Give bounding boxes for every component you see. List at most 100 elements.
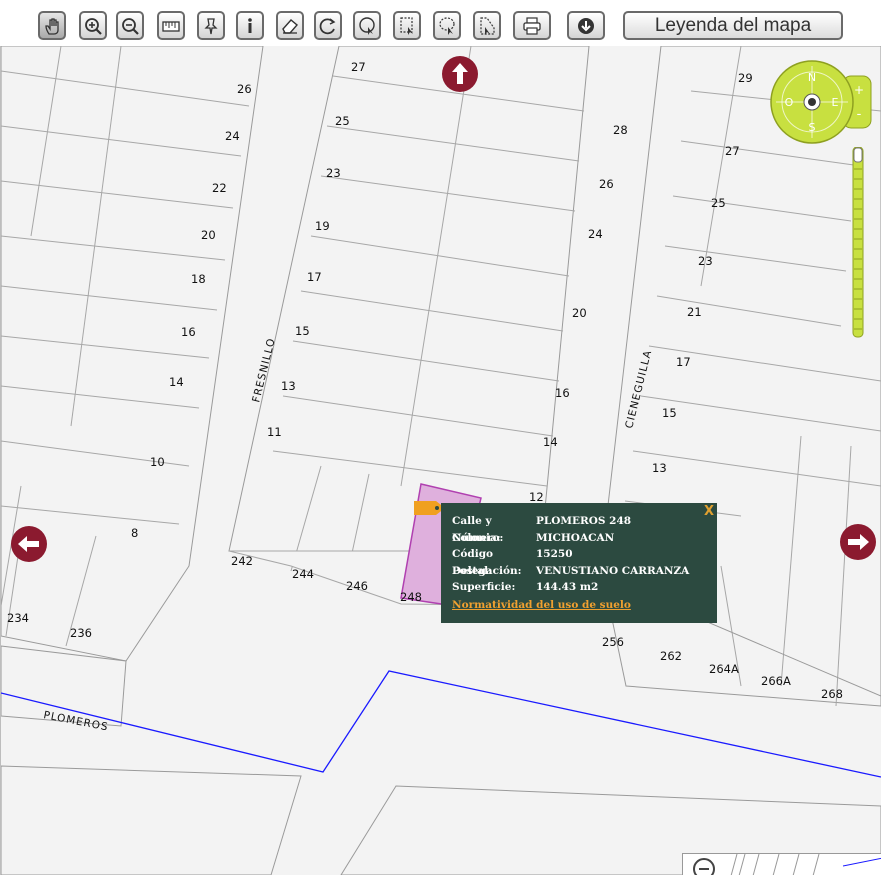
- popup-row-postal-code: Código Postal: 15250: [452, 546, 717, 577]
- refresh-tool-button[interactable]: [314, 11, 342, 40]
- measure-tool-button[interactable]: [157, 11, 185, 40]
- pan-tool-button[interactable]: [38, 11, 66, 40]
- refresh-icon: [319, 17, 336, 34]
- zoom-out-icon: [122, 17, 139, 35]
- popup-row-colonia: Colonia: MICHOACAN: [452, 530, 717, 547]
- printer-icon: [523, 16, 541, 35]
- download-tool-button[interactable]: [567, 11, 605, 40]
- lot-number-label: 242: [231, 554, 253, 568]
- lot-number-label: 21: [687, 305, 702, 319]
- lot-number-label: 18: [191, 272, 206, 286]
- eraser-tool-button[interactable]: [276, 11, 304, 40]
- lot-number-label: 256: [602, 635, 624, 649]
- pan-west-button[interactable]: [10, 525, 48, 563]
- lot-number-label: 24: [225, 129, 240, 143]
- lot-number-label: 266A: [761, 674, 791, 688]
- lot-number-label: 14: [169, 375, 184, 389]
- parcel-info-popup: X Calle y Número: PLOMEROS 248 Colonia: MI…: [441, 503, 717, 623]
- eraser-icon: [282, 18, 298, 34]
- download-icon: [578, 17, 594, 34]
- lot-number-label: 20: [572, 306, 587, 320]
- close-icon[interactable]: X: [704, 504, 714, 519]
- map-canvas[interactable]: FRESNILLO CIENEGUILLA PLOMEROS 26 24 22 20 1…: [0, 46, 881, 875]
- compass-east[interactable]: E: [832, 96, 839, 109]
- block-west: [1, 46, 264, 662]
- lot-number-label: 248: [400, 590, 422, 604]
- compass-west[interactable]: O: [785, 96, 794, 109]
- lot-number-label: 22: [212, 181, 227, 195]
- lot-number-label: 10: [150, 455, 165, 469]
- lasso-select-icon: [439, 16, 455, 35]
- lot-number-label: 8: [131, 526, 138, 540]
- circle-select-icon: [359, 16, 375, 35]
- popup-value: PLOMEROS 248: [536, 515, 632, 527]
- pin-tool-button[interactable]: [197, 11, 225, 40]
- circle-select-tool-button[interactable]: [353, 11, 381, 40]
- lot-number-label: 26: [237, 82, 252, 96]
- popup-value: 144.43 m2: [536, 581, 599, 593]
- popup-row-area: Superficie: 144.43 m2: [452, 579, 717, 596]
- popup-value: VENUSTIANO CARRANZA: [536, 564, 690, 577]
- lot-number-label: 11: [267, 425, 282, 439]
- info-icon: [248, 17, 252, 33]
- rect-select-tool-button[interactable]: [393, 11, 421, 40]
- land-use-regulation-link[interactable]: Normatividad del uso de suelo: [452, 597, 717, 613]
- rectangle-select-icon: [400, 16, 413, 35]
- popup-label: Superficie:: [452, 581, 516, 593]
- popup-label: Delegación:: [452, 564, 522, 577]
- popup-value: MICHOACAN: [536, 531, 615, 544]
- zoom-minus-button[interactable]: -: [857, 107, 862, 122]
- lot-number-label: 264A: [709, 662, 739, 676]
- lot-number-label: 27: [351, 60, 366, 74]
- lot-number-label: 246: [346, 579, 368, 593]
- popup-row-delegacion: Delegación: VENUSTIANO CARRANZA: [452, 563, 717, 580]
- popup-label: Colonia:: [452, 531, 501, 544]
- lot-number-label: 14: [543, 435, 558, 449]
- lasso-select-tool-button[interactable]: [433, 11, 461, 40]
- zoom-out-tool-button[interactable]: [116, 11, 144, 40]
- lot-number-label: 27: [725, 144, 740, 158]
- pan-north-button[interactable]: [441, 55, 479, 93]
- lot-number-label: 17: [307, 270, 322, 284]
- zoom-plus-button[interactable]: +: [854, 83, 864, 97]
- lot-number-label: 24: [588, 227, 603, 241]
- compass-control[interactable]: N S E O + -: [769, 60, 873, 144]
- polygon-select-tool-button[interactable]: [473, 11, 501, 40]
- lot-number-label: 19: [315, 219, 330, 233]
- popup-row-address: Calle y Número: PLOMEROS 248: [452, 513, 717, 544]
- print-tool-button[interactable]: [513, 11, 551, 40]
- zoom-in-icon: [85, 17, 102, 35]
- zoom-slider[interactable]: [851, 147, 865, 339]
- zoom-slider-handle[interactable]: [853, 147, 863, 163]
- legend-button[interactable]: Leyenda del mapa: [623, 11, 843, 40]
- popup-value: 15250: [536, 548, 573, 560]
- ruler-icon: [162, 20, 180, 32]
- pushpin-icon: [204, 17, 218, 34]
- lot-number-label: 20: [201, 228, 216, 242]
- map-layer: FRESNILLO CIENEGUILLA PLOMEROS 262422201…: [1, 46, 881, 875]
- lot-number-label: 28: [613, 123, 628, 137]
- lot-number-label: 29: [738, 71, 753, 85]
- lot-number-label: 13: [281, 379, 296, 393]
- compass-south[interactable]: S: [809, 121, 816, 134]
- lot-number-label: 16: [555, 386, 570, 400]
- pan-east-button[interactable]: [839, 523, 877, 561]
- hand-icon: [45, 17, 59, 35]
- info-tool-button[interactable]: [236, 11, 264, 40]
- popup-label: Código Postal:: [452, 548, 494, 577]
- overview-map-toggle[interactable]: [682, 853, 881, 875]
- compass-north[interactable]: N: [808, 71, 816, 84]
- lot-number-label: 244: [292, 567, 314, 581]
- polygon-select-icon: [480, 16, 495, 35]
- lot-number-label: 236: [70, 626, 92, 640]
- lot-number-label: 23: [698, 254, 713, 268]
- lot-number-label: 13: [652, 461, 667, 475]
- zoom-in-tool-button[interactable]: [79, 11, 107, 40]
- lot-number-label: 25: [335, 114, 350, 128]
- popup-label: Calle y Número:: [452, 515, 504, 544]
- lot-number-label: 25: [711, 196, 726, 210]
- lot-number-label: 262: [660, 649, 682, 663]
- lot-number-label: 12: [529, 490, 544, 504]
- lot-number-label: 268: [821, 687, 843, 701]
- lot-number-label: 17: [676, 355, 691, 369]
